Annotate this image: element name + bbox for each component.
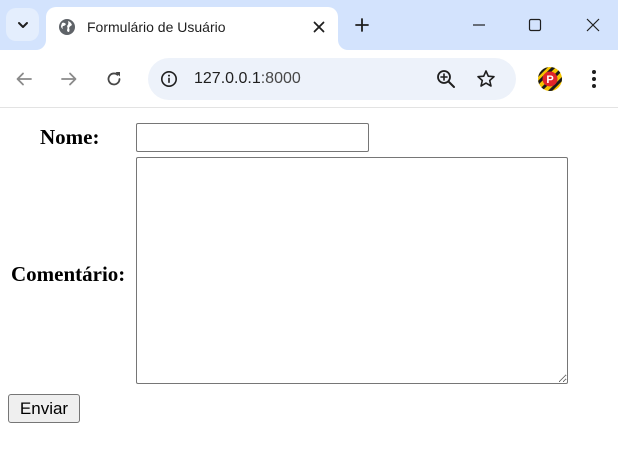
url-port: :8000	[260, 70, 301, 87]
back-button[interactable]	[11, 66, 37, 92]
close-icon	[586, 18, 600, 32]
tab-title: Formulário de Usuário	[87, 19, 226, 35]
info-icon	[161, 71, 177, 87]
plus-icon	[355, 18, 369, 32]
minimize-button[interactable]	[464, 10, 494, 40]
reload-icon	[107, 72, 121, 86]
maximize-icon	[528, 18, 542, 32]
new-tab-button[interactable]	[350, 13, 374, 37]
url-text[interactable]: 127.0.0.1:8000	[194, 69, 301, 89]
globe-icon	[59, 19, 75, 35]
reload-button[interactable]	[101, 66, 127, 92]
browser-window: Formulário de Usuário 127.0.0.1:8000 P N…	[0, 0, 618, 449]
arrow-right-icon	[61, 72, 77, 86]
bookmark-button[interactable]	[475, 68, 497, 90]
arrow-left-icon	[16, 72, 32, 86]
browser-menu-button[interactable]	[582, 66, 606, 92]
profile-avatar[interactable]: P	[537, 66, 563, 92]
address-bar[interactable]: 127.0.0.1:8000	[148, 58, 516, 100]
comentario-textarea[interactable]	[136, 157, 568, 384]
tab-search-button[interactable]	[6, 8, 39, 41]
zoom-in-icon	[437, 70, 455, 88]
url-host: 127.0.0.1	[194, 70, 261, 87]
forward-button[interactable]	[56, 66, 82, 92]
window-close-button[interactable]	[578, 10, 608, 40]
minimize-icon	[473, 24, 485, 26]
tab-active[interactable]: Formulário de Usuário	[46, 7, 338, 50]
browser-toolbar: 127.0.0.1:8000 P	[0, 50, 618, 108]
tab-strip: Formulário de Usuário	[0, 0, 618, 50]
nome-input[interactable]	[136, 123, 369, 152]
site-info-button[interactable]	[158, 68, 180, 90]
profile-initial: P	[546, 74, 553, 86]
maximize-button[interactable]	[520, 10, 550, 40]
tab-close-button[interactable]	[308, 16, 330, 38]
nome-label: Nome:	[40, 125, 100, 149]
submit-button[interactable]: Enviar	[8, 394, 80, 423]
close-icon	[313, 21, 325, 33]
star-icon	[477, 70, 495, 87]
chevron-down-icon	[17, 21, 28, 28]
page-content: Nome: Comentário: Enviar	[0, 109, 618, 449]
zoom-button[interactable]	[435, 68, 457, 90]
more-vertical-icon	[592, 70, 596, 88]
comentario-label: Comentário:	[11, 262, 126, 286]
